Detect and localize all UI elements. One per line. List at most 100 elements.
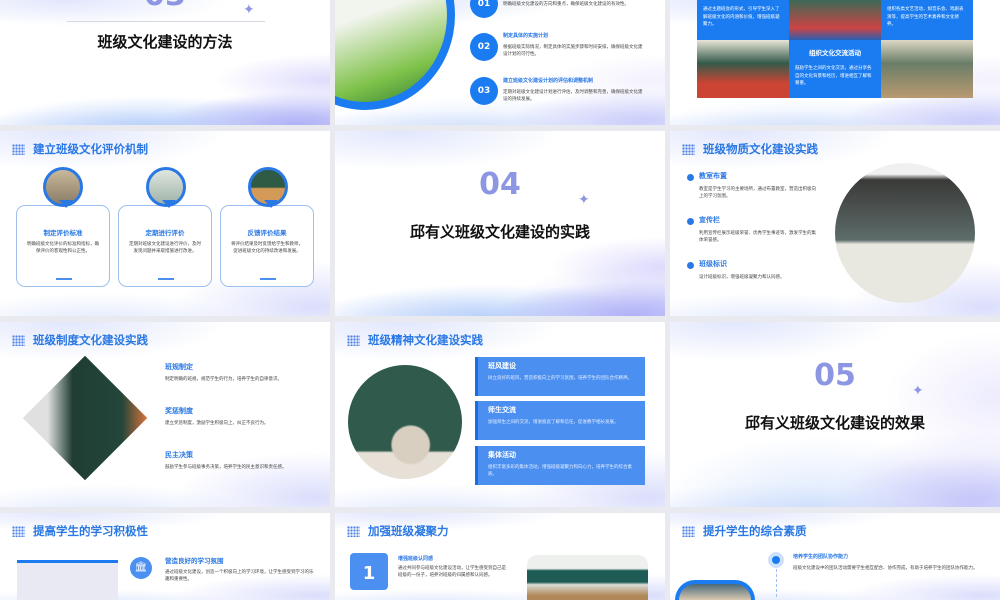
dots-icon [12, 525, 25, 537]
classroom-photo [697, 40, 789, 98]
dots-icon [12, 143, 25, 155]
slide-title: 提升学生的综合素质 [703, 524, 807, 538]
bullet-dot [687, 262, 694, 269]
card-bar [56, 278, 72, 280]
blackboard-photo [22, 355, 148, 481]
card-desc: 定期对班级文化建设进行评价，及时发现问题并采取措施进行改进。 [129, 242, 201, 255]
item-title: 民主决策 [165, 451, 193, 459]
dots-icon [347, 525, 360, 537]
item-desc: 设计班级标识，增强班级凝聚力和认同感。 [699, 275, 785, 280]
activity-desc: 组织各类文艺活动，如音乐会、戏剧表演等，提高学生的艺术素养和文化修养。 [881, 0, 973, 40]
map-pin-photo [43, 167, 83, 208]
item-title: 教室布置 [699, 172, 727, 180]
slide-cohesion[interactable]: 加强班级凝聚力 1 增强班级认同感 通过共同参与班级文化建设活动，让学生感受到自… [335, 513, 665, 600]
slide-header: 提高学生的学习积极性 [12, 523, 148, 539]
slide-activities[interactable]: 通过主题班会的形式，引导学生深入了解班级文化的内涵和价值，增强班级凝聚力。 组织… [670, 0, 1000, 125]
spirit-card: 集体活动 组织丰富多彩的集体活动，增强班级凝聚力和向心力，培养学生的综合素质。 [475, 446, 645, 485]
item-title: 培养学生的团队协作能力 [793, 554, 849, 560]
step-number: 03 [470, 77, 498, 105]
section-title: 班级文化建设的方法 [97, 33, 233, 51]
item-desc: 教室是学生学习的主要场所，通过布置教室，营造出积极向上的学习氛围。 [699, 187, 816, 200]
card-title: 集体活动 [488, 451, 516, 459]
card-title: 制定评价标准 [43, 229, 83, 237]
card-title: 班风建设 [488, 362, 516, 370]
spirit-card: 师生交流加强师生之间的交流，增进彼此了解和信任，促进教学相长发展。 [475, 401, 645, 440]
step-title: 建立班级文化建设计划的评估和调整机制 [503, 78, 594, 84]
item-desc: 鼓励学生参与班级事务决策，培养学生的民主意识和责任感。 [165, 465, 287, 470]
item-desc: 制定明确的班规，规范学生的行为，培养学生的自律意识。 [165, 377, 282, 382]
step-number: 02 [470, 33, 498, 61]
slide-learning[interactable]: 提高学生的学习积极性 🏛 营造良好的学习氛围 通过班级文化建设，创造一个积极向上… [0, 513, 330, 600]
slide-header: 班级物质文化建设实践 [682, 141, 818, 157]
dots-icon [12, 334, 25, 346]
slide-section-04[interactable]: 04 ✦ 邱有义班级文化建设的实践 [335, 131, 665, 316]
section-number: 03 [0, 0, 330, 13]
spirit-card: 班风建设树立良好的班风，营造积极向上的学习氛围，培养学生的团队合作精神。 [475, 357, 645, 396]
card-desc: 明确班级文化评价的标准和指标，确保评价的客观性和公正性。 [27, 242, 99, 255]
slide-spirit[interactable]: 班级精神文化建设实践 班风建设树立良好的班风，营造积极向上的学习氛围，培养学生的… [335, 322, 665, 507]
activity-desc: 通过主题班会的形式，引导学生深入了解班级文化的内涵和价值，增强班级凝聚力。 [697, 0, 789, 40]
students-photo [675, 580, 755, 600]
slide-section-03[interactable]: 03 ✦ 班级文化建设的方法 [0, 0, 330, 125]
eval-card: 定期进行评价 定期对班级文化建设进行评价，及时发现问题并采取措施进行改进。 [118, 205, 212, 287]
image-placeholder [17, 560, 118, 600]
item-desc: 通过共同参与班级文化建设活动，让学生感受到自己是班级的一份子，培养对班级的归属感… [398, 566, 506, 579]
timeline-line [776, 569, 777, 597]
slide-header: 提升学生的综合素质 [682, 523, 807, 539]
bullet-dot [687, 218, 694, 225]
slide-quality[interactable]: 提升学生的综合素质 培养学生的团队协作能力 班级文化建设中的团队活动需要学生相互… [670, 513, 1000, 600]
section-title: 邱有义班级文化建设的实践 [409, 223, 590, 241]
item-desc: 班级文化建设中的团队活动需要学生相互配合、协作完成，有助于培养学生的团队协作能力… [793, 566, 978, 571]
card-title: 定期进行评价 [145, 229, 185, 237]
card-bar [260, 278, 276, 280]
slide-title: 建立班级文化评价机制 [33, 142, 148, 156]
section-title: 邱有义班级文化建设的效果 [744, 414, 925, 432]
slide-system[interactable]: 班级制度文化建设实践 班规制定 制定明确的班规，规范学生的行为，培养学生的自律意… [0, 322, 330, 507]
timeline-dot [768, 552, 784, 568]
dots-icon [682, 525, 695, 537]
slide-material[interactable]: 班级物质文化建设实践 教室布置 教室是学生学习的主要场所，通过布置教室，营造出积… [670, 131, 1000, 316]
slide-evaluation[interactable]: 建立班级文化评价机制 制定评价标准 明确班级文化评价的标准和指标，确保评价的客观… [0, 131, 330, 316]
slide-header: 班级制度文化建设实践 [12, 332, 148, 348]
slide-title: 加强班级凝聚力 [368, 524, 449, 538]
item-title: 班规制定 [165, 363, 193, 371]
eval-card: 反馈评价结果 将评价结果及时反馈给学生和教师，促进班级文化的持续改进和发展。 [220, 205, 314, 287]
slide-section-05[interactable]: 05 ✦ 邱有义班级文化建设的效果 [670, 322, 1000, 507]
sparkle-icon: ✦ [578, 192, 590, 208]
card-desc: 将评价结果及时反馈给学生和教师，促进班级文化的持续改进和发展。 [231, 242, 303, 255]
card-title: 反馈评价结果 [247, 229, 287, 237]
teacher-photo [348, 365, 462, 479]
slide-title: 班级物质文化建设实践 [703, 142, 818, 156]
sparkle-icon: ✦ [243, 2, 255, 18]
bullet-dot [687, 174, 694, 181]
card-desc: 加强师生之间的交流，增进彼此了解和信任，促进教学相长发展。 [488, 420, 619, 425]
activity-card: 组织文化交流活动 鼓励学生之间的文化交流，通过分享各自的文化背景和经历，增进相互… [789, 40, 881, 98]
slide-title: 班级制度文化建设实践 [33, 333, 148, 347]
item-number: 1 [350, 553, 388, 590]
item-title: 增强班级认同感 [398, 556, 434, 562]
step-title: 制定具体的实施计划 [503, 33, 549, 39]
section-number: 04 [479, 167, 521, 202]
classroom-wall-photo [835, 163, 975, 303]
section-number: 05 [814, 358, 856, 393]
wave-decoration [0, 50, 330, 125]
item-title: 班级标识 [699, 260, 727, 268]
slide-header: 班级精神文化建设实践 [347, 332, 483, 348]
item-desc: 建立奖惩制度，激励学生积极向上，纠正不良行为。 [165, 421, 269, 426]
classroom-photo [789, 0, 881, 40]
card-bar [158, 278, 174, 280]
dots-icon [347, 334, 360, 346]
sparkle-icon: ✦ [912, 383, 924, 399]
map-pin-photo [248, 167, 288, 208]
item-desc: 通过班级文化建设，创造一个积极向上的学习环境，让学生感受到学习的乐趣和重要性。 [165, 570, 314, 583]
slide-header: 建立班级文化评价机制 [12, 141, 148, 157]
institution-icon: 🏛 [130, 557, 152, 579]
item-desc: 利用宣传栏展示班级荣誉、优秀学生事迹等，激发学生的集体荣誉感。 [699, 231, 816, 244]
eval-card: 制定评价标准 明确班级文化评价的标准和指标，确保评价的客观性和公正性。 [16, 205, 110, 287]
card-title: 师生交流 [488, 406, 516, 414]
item-title: 宣传栏 [699, 216, 720, 224]
card-desc: 树立良好的班风，营造积极向上的学习氛围，培养学生的团队合作精神。 [488, 376, 632, 381]
slide-methods[interactable]: 01 明确班级文化建设的方向和重点，确保班级文化建设的有效性。 02 制定具体的… [335, 0, 665, 125]
map-pin-photo [146, 167, 186, 208]
slide-header: 加强班级凝聚力 [347, 523, 449, 539]
